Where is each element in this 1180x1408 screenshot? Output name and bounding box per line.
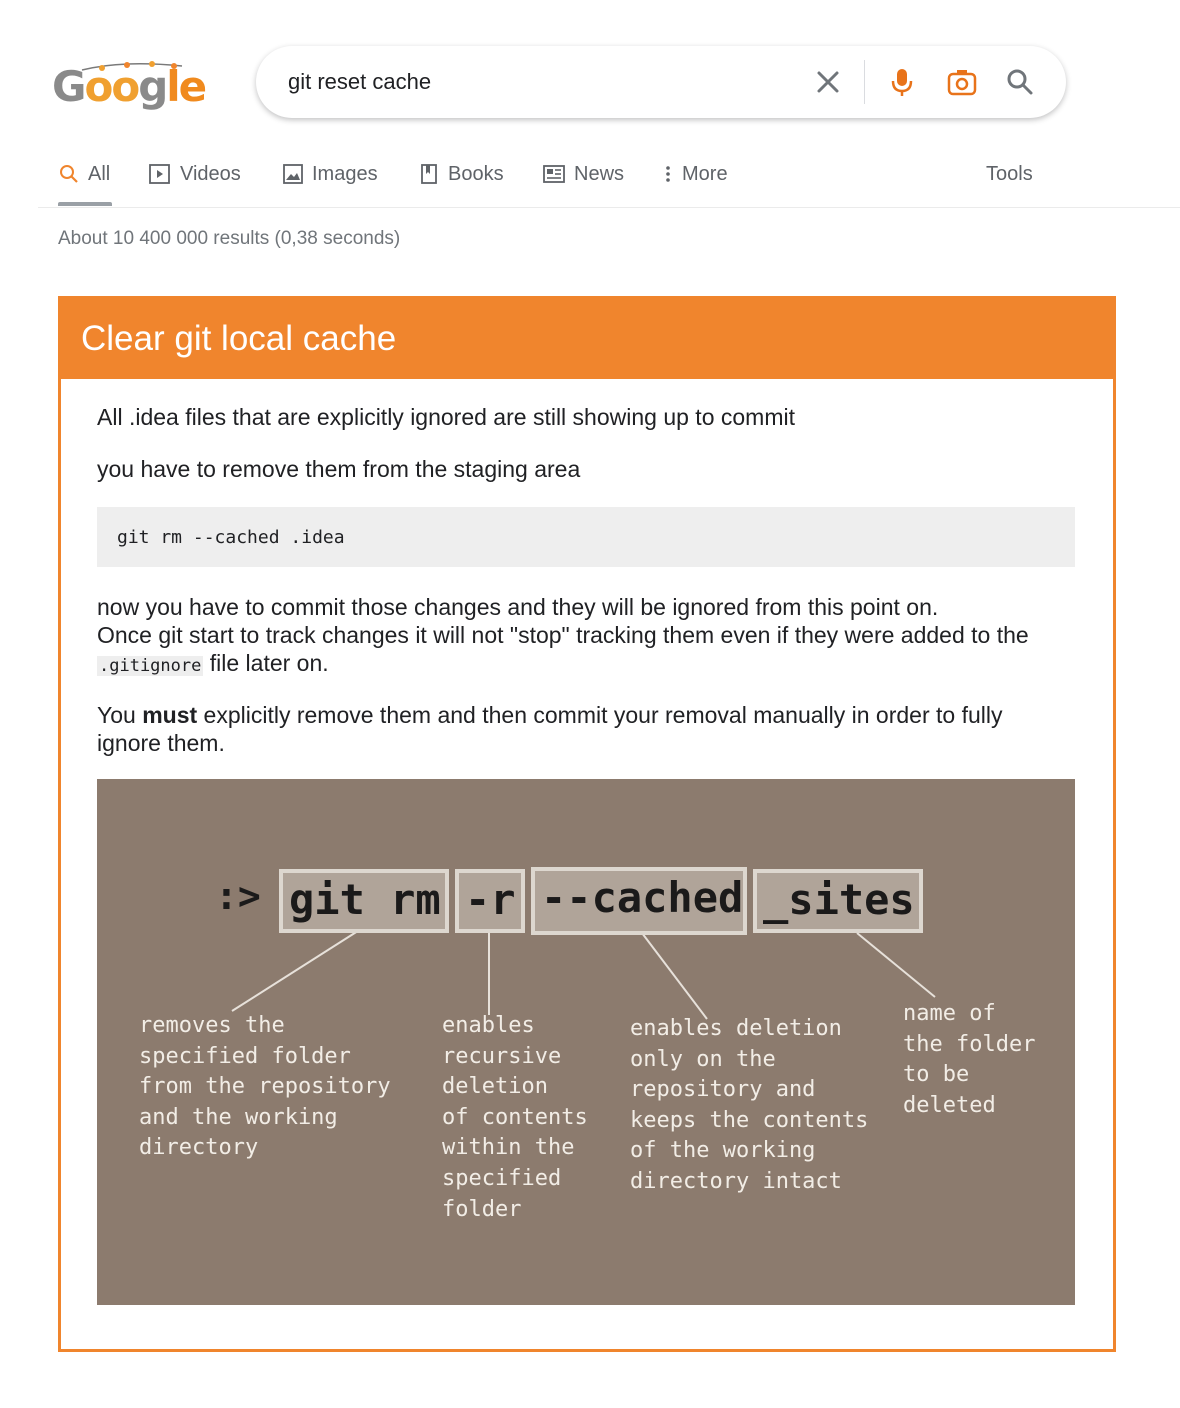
tab-label: Videos [180, 162, 241, 185]
code-text: git rm --cached .idea [117, 527, 345, 548]
tab-label: All [88, 162, 111, 185]
snippet-paragraph: you have to remove them from the staging… [97, 456, 581, 482]
search-divider [864, 60, 865, 104]
figure-caption: removes the specified folder from the re… [139, 1013, 391, 1161]
search-box [256, 46, 1066, 118]
tab-label: More [682, 162, 728, 185]
more-vert-icon [666, 166, 670, 182]
figure-prompt: :> [215, 874, 261, 918]
paragraph-line: ignore them. [97, 730, 225, 756]
tools-button[interactable]: Tools [986, 158, 1033, 190]
cmd-recursive-flag: -r [455, 869, 525, 933]
paragraph-text: You [97, 702, 143, 728]
cmd-git-rm: git rm [279, 869, 449, 933]
search-icon[interactable] [1004, 66, 1036, 98]
featured-snippet: Clear git local cache All .idea files th… [58, 296, 1116, 1352]
search-input[interactable] [288, 66, 788, 98]
tabs-divider [38, 207, 1180, 208]
tab-label: News [574, 162, 625, 185]
book-icon [421, 164, 437, 184]
active-tab-indicator [58, 202, 112, 206]
google-logo[interactable]: Google [52, 56, 207, 112]
tab-images[interactable]: Images [282, 158, 378, 190]
snippet-title[interactable]: Clear git local cache [81, 319, 396, 359]
search-icon [60, 165, 78, 183]
paragraph-line: Once git start to track changes it will … [97, 622, 1029, 648]
newspaper-icon [543, 165, 565, 183]
figure-caption: enables deletion only on the repository … [630, 1016, 869, 1194]
tab-label: Images [312, 162, 378, 185]
result-stats: About 10 400 000 results (0,38 seconds) [58, 228, 401, 249]
snippet-paragraph: now you have to commit those changes and… [97, 593, 1087, 680]
microphone-icon[interactable] [886, 66, 918, 98]
paragraph-text: explicitly remove them and then commit y… [197, 702, 1003, 728]
camera-icon[interactable] [946, 66, 978, 98]
paragraph-text: file later on. [203, 650, 329, 676]
emphasis-text: must [142, 702, 198, 728]
cmd-folder-name: _sites [753, 869, 923, 933]
search-tabs: All Videos Images Books News More Tools [58, 158, 1058, 208]
tools-label: Tools [986, 162, 1033, 185]
tab-news[interactable]: News [542, 158, 624, 190]
snippet-header: Clear git local cache [61, 299, 1113, 379]
code-block: git rm --cached .idea [97, 507, 1075, 567]
play-icon [149, 164, 170, 184]
inline-code: .gitignore [97, 656, 204, 676]
tab-books[interactable]: Books [418, 158, 504, 190]
logo-wordmark: Google [52, 62, 207, 111]
figure-caption: name of the folder to be deleted [903, 1001, 1036, 1118]
tab-all[interactable]: All [58, 158, 110, 190]
cmd-cached-flag: --cached [531, 867, 747, 935]
paragraph-line: .gitignore file later on. [97, 649, 1087, 680]
tab-more[interactable]: More [662, 158, 728, 190]
tab-videos[interactable]: Videos [148, 158, 241, 190]
paragraph-line: You must explicitly remove them and then… [97, 701, 1087, 729]
snippet-paragraph: You must explicitly remove them and then… [97, 701, 1087, 757]
tab-label: Books [448, 162, 504, 185]
image-icon [283, 164, 303, 184]
paragraph-line: now you have to commit those changes and… [97, 594, 939, 620]
snippet-figure[interactable]: :> git rm -r --cached _sites removes the… [97, 779, 1075, 1305]
snippet-paragraph: All .idea files that are explicitly igno… [97, 404, 795, 430]
figure-caption: enables recursive deletion of contents w… [442, 1013, 588, 1222]
close-icon[interactable] [812, 66, 844, 98]
